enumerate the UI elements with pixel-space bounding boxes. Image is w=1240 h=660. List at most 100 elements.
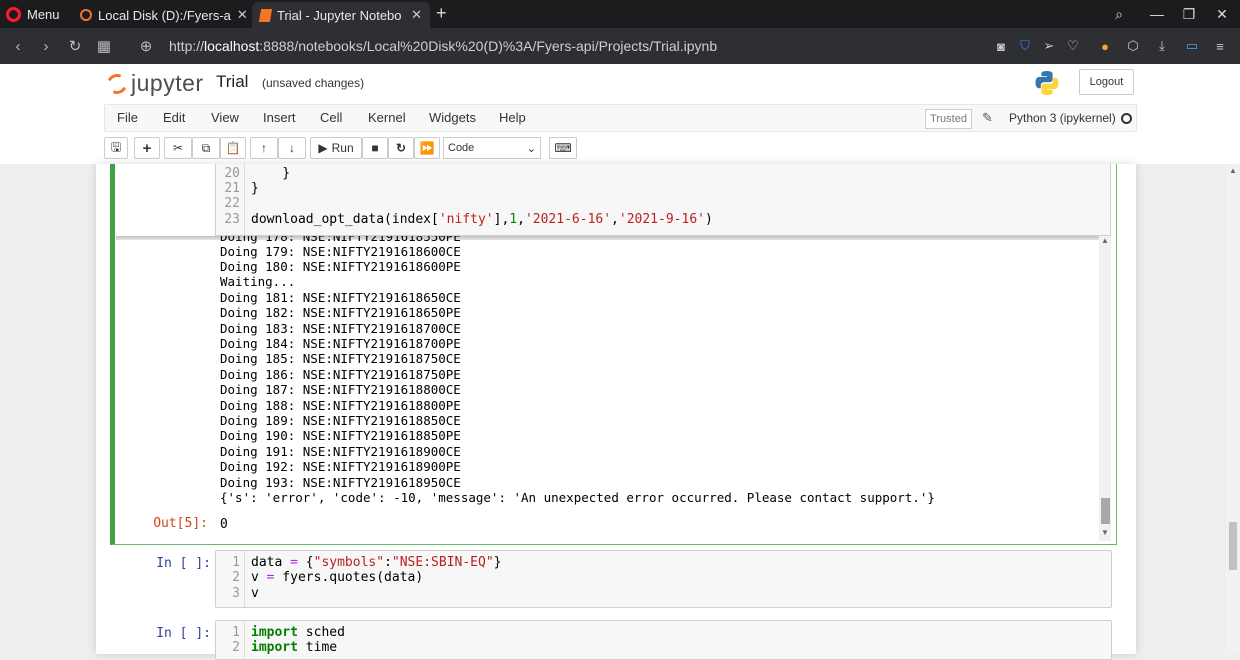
tab-close-icon[interactable]: ✕ [237,7,248,23]
save-status: (unsaved changes) [262,76,365,90]
notebook-menubar-area: File Edit View Insert Cell Kernel Widget… [0,104,1240,164]
page-scrollbar-thumb[interactable] [1229,522,1237,570]
output-line: Doing 190: NSE:NIFTY2191618850PE [220,428,461,443]
menu-label: Menu [27,6,60,22]
send-icon[interactable]: ➢ [1038,28,1060,64]
output-line: Doing 193: NSE:NIFTY2191618950CE [220,475,461,490]
heart-icon[interactable]: ♡ [1062,28,1084,64]
line-gutter: 1 2 3 [216,551,245,607]
code-line-call: download_opt_data(index['nifty'],1,'2021… [251,212,713,227]
cube-icon[interactable]: ⬡ [1122,28,1144,64]
output-line: Doing 181: NSE:NIFTY2191618650CE [220,290,461,305]
battery-icon[interactable]: ▭ [1181,28,1203,64]
command-palette-button[interactable]: ⌨ [549,137,577,159]
tab-close-icon[interactable]: ✕ [411,7,422,23]
move-down-button[interactable]: ↓ [278,137,306,159]
menu-insert[interactable]: Insert [263,105,296,133]
output-line: Doing 185: NSE:NIFTY2191618750CE [220,351,461,366]
code-line: v = fyers.quotes(data) [251,570,424,585]
line-gutter: 20 21 22 23 [216,164,245,235]
notebook-name[interactable]: Trial [216,72,248,92]
browser-tab-bar: Menu Local Disk (D):/Fyers-a ✕ Trial - J… [0,0,1240,28]
kernel-name: Python 3 (ipykernel) [1009,111,1116,125]
bulb-icon[interactable]: ● [1094,28,1116,64]
jupyter-logo[interactable]: jupyter [104,70,204,97]
menu-file[interactable]: File [117,105,138,133]
trusted-badge[interactable]: Trusted [925,109,972,129]
output-scrollbar[interactable]: ▲ ▼ [1099,236,1111,541]
opera-logo-icon [6,6,21,22]
python-logo-icon [1035,71,1059,95]
logout-button[interactable]: Logout [1079,69,1134,95]
run-button[interactable]: ▶ Run [310,137,362,159]
globe-icon: ⊕ [139,38,153,55]
tabs-grid-icon[interactable]: ▦ [92,28,116,64]
cell-type-select[interactable]: Code ⌄ [443,137,541,159]
menu-edit[interactable]: Edit [163,105,185,133]
page-scrollbar[interactable]: ▲ [1226,164,1240,654]
code-line: } [251,166,291,181]
url-field[interactable]: http://localhost:8888/notebooks/Local%20… [169,28,717,64]
output-area: Doing 178: NSE:NIFTY2191618550PE Doing 1… [116,236,1111,541]
edit-pencil-icon[interactable]: ✎ [982,110,993,126]
tab-local-disk[interactable]: Local Disk (D):/Fyers-a ✕ [72,2,250,28]
output-line: Doing 179: NSE:NIFTY2191618600CE [220,244,461,259]
kernel-idle-indicator-icon [1121,113,1132,124]
settings-menu-icon[interactable]: ≡ [1209,28,1231,64]
cut-button[interactable]: ✂ [164,137,192,159]
camera-icon[interactable]: ◙ [990,28,1012,64]
output-line: Doing 183: NSE:NIFTY2191618700CE [220,321,461,336]
output-line: Doing 188: NSE:NIFTY2191618800PE [220,398,461,413]
paste-button[interactable]: 📋 [220,137,246,159]
minimize-icon[interactable]: — [1141,0,1173,28]
output-line: Doing 189: NSE:NIFTY2191618850CE [220,413,461,428]
scroll-up-icon[interactable]: ▲ [1229,166,1237,175]
restart-button[interactable]: ↻ [388,137,414,159]
in-prompt: In [ ]: [156,626,211,641]
output-line: Waiting... [220,274,296,289]
jupyter-header: jupyter Trial (unsaved changes) Logout [0,64,1240,104]
jupyter-orbit-icon [104,70,130,97]
interrupt-button[interactable]: ■ [362,137,388,159]
stream-output: Doing 178: NSE:NIFTY2191618550PE Doing 1… [220,236,1095,524]
code-input-area[interactable]: 20 21 22 23 } } download_opt_data(index[… [215,164,1111,236]
restart-run-all-button[interactable]: ⏩ [414,137,440,159]
scroll-down-icon[interactable]: ▼ [1101,528,1109,537]
play-icon: ▶ [318,141,328,155]
close-window-icon[interactable]: ✕ [1206,0,1238,28]
reload-icon[interactable]: ↻ [63,28,87,64]
tab-title: Trial - Jupyter Notebo [277,7,402,23]
execute-result: 0 [220,517,228,532]
menu-widgets[interactable]: Widgets [429,105,476,133]
scroll-up-icon[interactable]: ▲ [1101,236,1109,245]
new-tab-button[interactable]: + [436,3,447,24]
code-input-area[interactable]: 1 2 3 data = {"symbols":"NSE:SBIN-EQ"} v… [215,550,1112,608]
code-line: v [251,586,259,601]
download-icon[interactable]: ⤓ [1151,28,1173,64]
copy-button[interactable]: ⧉ [192,137,220,159]
code-line: data = {"symbols":"NSE:SBIN-EQ"} [251,555,502,570]
code-line: import time [251,640,338,655]
code-input-area[interactable]: 1 2 import sched import time [215,620,1112,660]
jupyter-favicon-icon [80,9,92,21]
opera-menu-button[interactable]: Menu [6,0,60,28]
address-bar: ‹ › ↻ ▦ ⊕ http://localhost:8888/notebook… [0,28,1240,64]
maximize-icon[interactable]: ❐ [1173,0,1205,28]
back-icon[interactable]: ‹ [6,28,30,64]
output-scrollbar-thumb[interactable] [1101,498,1110,524]
tab-trial-notebook[interactable]: Trial - Jupyter Notebo ✕ [252,2,430,28]
move-up-button[interactable]: ↑ [250,137,278,159]
menu-kernel[interactable]: Kernel [368,105,406,133]
forward-icon[interactable]: › [34,28,58,64]
search-tabs-icon[interactable]: ⌕ [1103,0,1135,28]
menu-cell[interactable]: Cell [320,105,342,133]
output-line: Doing 180: NSE:NIFTY2191618600PE [220,259,461,274]
notebook-container: 20 21 22 23 } } download_opt_data(index[… [96,164,1136,660]
insert-cell-button[interactable]: + [134,137,160,159]
menu-view[interactable]: View [211,105,239,133]
shield-icon[interactable]: ⛉ [1014,28,1036,64]
menu-help[interactable]: Help [499,105,526,133]
notebook-favicon-icon [258,8,273,22]
save-button[interactable]: 🖫 [104,137,128,159]
notebook-area: 20 21 22 23 } } download_opt_data(index[… [0,164,1240,660]
